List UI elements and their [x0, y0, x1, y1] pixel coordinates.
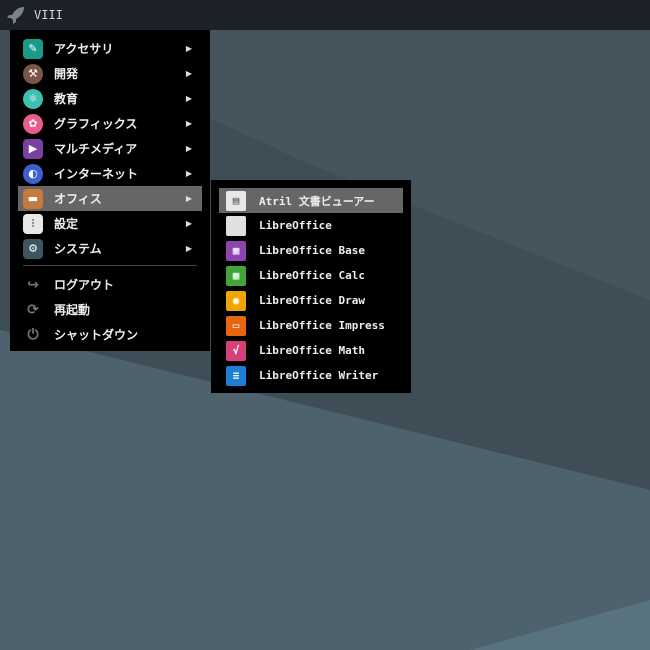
- menu-item-libreoffice[interactable]: LibreOffice: [219, 213, 403, 238]
- menu-item-label: LibreOffice Writer: [259, 369, 379, 382]
- submenu-arrow-icon: ▶: [185, 144, 192, 153]
- menu-separator: [23, 265, 197, 266]
- menu-item-label: グラフィックス: [54, 117, 138, 131]
- libreoffice-icon: [226, 215, 246, 236]
- submenu-arrow-icon: ▶: [185, 169, 192, 178]
- menu-item-education[interactable]: ⚛ 教育 ▶: [18, 86, 202, 111]
- submenu-arrow-icon: ▶: [185, 219, 192, 228]
- menu-item-libreoffice-calc[interactable]: ▦ LibreOffice Calc: [219, 263, 403, 288]
- shutdown-icon: ⏻: [27, 326, 39, 343]
- submenu-arrow-icon: ▶: [185, 94, 192, 103]
- menu-item-label: アクセサリ: [54, 42, 114, 56]
- menu-item-label: Atril 文書ビューアー: [259, 194, 375, 208]
- menu-item-graphics[interactable]: ✿ グラフィックス ▶: [18, 111, 202, 136]
- internet-icon: ◐: [23, 163, 43, 184]
- submenu-arrow-icon: ▶: [185, 44, 192, 53]
- menu-item-label: シャットダウン: [54, 328, 139, 342]
- menu-item-label: 設定: [54, 217, 79, 231]
- menu-item-label: システム: [54, 242, 102, 256]
- menu-item-label: 開発: [54, 67, 79, 81]
- top-panel: VIII: [0, 0, 650, 30]
- menu-item-label: LibreOffice Draw: [259, 294, 365, 307]
- menu-item-multimedia[interactable]: ▶ マルチメディア ▶: [18, 136, 202, 161]
- submenu-arrow-icon: ▶: [185, 69, 192, 78]
- submenu-arrow-icon: ▶: [185, 194, 192, 203]
- accessories-icon: ✎: [23, 38, 43, 59]
- menu-item-label: LibreOffice Base: [259, 244, 365, 257]
- menu-item-restart[interactable]: ⟳ 再起動: [18, 297, 202, 322]
- menu-item-settings[interactable]: ⫶ 設定 ▶: [18, 211, 202, 236]
- education-icon: ⚛: [23, 88, 43, 109]
- submenu-arrow-icon: ▶: [185, 119, 192, 128]
- libreoffice-base-icon: ▦: [226, 240, 246, 261]
- rocket-icon[interactable]: [6, 5, 26, 25]
- libreoffice-impress-icon: ▭: [226, 315, 246, 336]
- settings-icon: ⫶: [23, 213, 43, 234]
- office-icon: ▬: [23, 188, 43, 209]
- libreoffice-math-icon: √: [226, 340, 246, 361]
- menu-item-internet[interactable]: ◐ インターネット ▶: [18, 161, 202, 186]
- menu-item-system[interactable]: ⚙ システム ▶: [18, 236, 202, 261]
- menu-item-shutdown[interactable]: ⏻ シャットダウン: [18, 322, 202, 347]
- menu-item-development[interactable]: ⚒ 開発 ▶: [18, 61, 202, 86]
- menu-item-label: ログアウト: [54, 278, 115, 292]
- libreoffice-writer-icon: ≡: [226, 365, 246, 386]
- menu-item-label: マルチメディア: [54, 142, 138, 156]
- menu-item-libreoffice-writer[interactable]: ≡ LibreOffice Writer: [219, 363, 403, 388]
- menu-item-label: 教育: [54, 92, 79, 106]
- menu-item-logout[interactable]: ↪ ログアウト: [18, 272, 202, 297]
- menu-item-office[interactable]: ▬ オフィス ▶: [18, 186, 202, 211]
- submenu-arrow-icon: ▶: [185, 244, 192, 253]
- atril-icon: ▤: [226, 190, 246, 211]
- menu-item-libreoffice-impress[interactable]: ▭ LibreOffice Impress: [219, 313, 403, 338]
- menu-item-label: LibreOffice Impress: [259, 319, 385, 332]
- development-icon: ⚒: [23, 63, 43, 84]
- system-icon: ⚙: [23, 238, 43, 259]
- menu-item-accessories[interactable]: ✎ アクセサリ ▶: [18, 36, 202, 61]
- menu-item-label: LibreOffice: [259, 219, 332, 232]
- menu-item-label: LibreOffice Calc: [259, 269, 365, 282]
- menu-item-label: インターネット: [54, 167, 139, 181]
- office-submenu: ▤ Atril 文書ビューアー LibreOffice ▦ LibreOffice Ba…: [211, 180, 411, 393]
- menu-item-libreoffice-math[interactable]: √ LibreOffice Math: [219, 338, 403, 363]
- workspace-name: VIII: [34, 8, 63, 22]
- graphics-icon: ✿: [23, 113, 43, 134]
- multimedia-icon: ▶: [23, 138, 43, 159]
- application-menu: ✎ アクセサリ ▶ ⚒ 開発 ▶ ⚛ 教育 ▶ ✿ グラフィックス ▶ ▶ マルチメディア ▶ ◐ インターネッ…: [10, 30, 210, 351]
- menu-item-libreoffice-draw[interactable]: ◉ LibreOffice Draw: [219, 288, 403, 313]
- menu-item-label: 再起動: [54, 303, 91, 317]
- libreoffice-draw-icon: ◉: [226, 290, 246, 311]
- menu-item-atril[interactable]: ▤ Atril 文書ビューアー: [219, 188, 403, 213]
- restart-icon: ⟳: [27, 301, 39, 318]
- menu-item-label: LibreOffice Math: [259, 344, 365, 357]
- menu-item-label: オフィス: [54, 192, 102, 206]
- libreoffice-calc-icon: ▦: [226, 265, 246, 286]
- logout-icon: ↪: [27, 276, 39, 293]
- menu-item-libreoffice-base[interactable]: ▦ LibreOffice Base: [219, 238, 403, 263]
